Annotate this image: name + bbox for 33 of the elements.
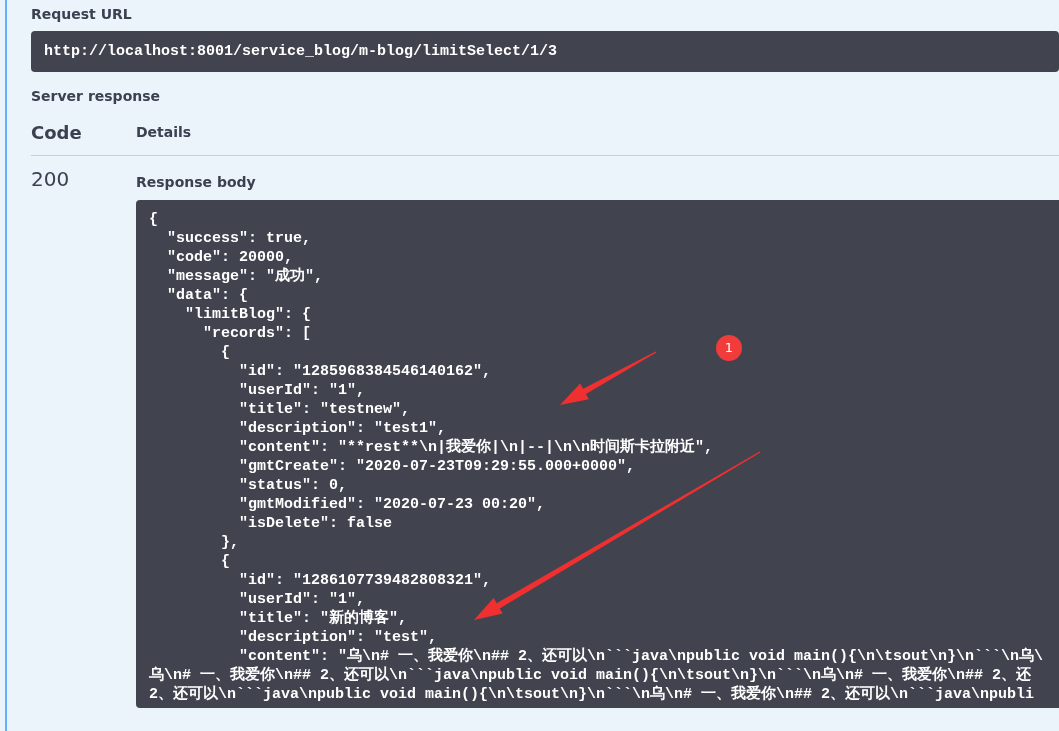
code-line: "gmtModified": "2020-07-23 00:20", [238, 495, 546, 514]
code-line: "userId": "1", [238, 381, 366, 400]
code-line: "records": [ [202, 324, 312, 343]
code-line: "code": 20000, [166, 248, 294, 267]
code-line: }, [220, 533, 239, 552]
code-line: "userId": "1", [238, 590, 366, 609]
code-line: "gmtCreate": "2020-07-23T09:29:55.000+0000", [238, 457, 636, 476]
code-line: "description": "test", [238, 628, 438, 647]
section-label: Server response [31, 87, 162, 106]
code-line: "status": 0, [238, 476, 348, 495]
code-line: "isDelete": false [238, 514, 393, 533]
code-line: "limitBlog": { [184, 305, 312, 324]
code-line: "success": true, [166, 229, 312, 248]
status-code: 200 [31, 167, 70, 191]
code-line: { [149, 210, 158, 229]
code-line: "description": "test1", [238, 419, 447, 438]
url-display: http://localhost:8001/service_blog/m-blog/limitSelect/1/3 [31, 31, 1059, 72]
code-line: "data": { [166, 286, 249, 305]
code-line: "message": "成功", [166, 267, 324, 286]
column-header: Code [31, 121, 82, 143]
section-label: Request URL [31, 5, 133, 24]
code-line: "content": "**rest**\n|我爱你|\n|--|\n\n时间斯卡拉附近", [238, 438, 714, 457]
section-label: Response body [136, 173, 257, 192]
code-line: { [220, 343, 230, 362]
code-line: "content": "乌\n# 一、我爱你\n## 2、还可以\n```java\npublic void main(){\n\tsout\n}\n```\n乌\ [238, 647, 1044, 666]
code-line: "id": "1285968384546140162", [238, 362, 492, 381]
code-line: "id": "1286107739482808321", [238, 571, 492, 590]
code-line: { [220, 552, 230, 571]
column-header: Details [136, 124, 192, 140]
code-line: "title": "新的博客", [238, 609, 408, 628]
code-line: "title": "testnew", [238, 400, 411, 419]
code-line: 2、还可以\n```java\npublic void main(){\n\tsout\n}\n```\n乌\n# 一、我爱你\n## 2、还可以\n```java\npubli [149, 685, 1035, 704]
code-line: 乌\n# 一、我爱你\n## 2、还可以\n```java\npublic void main(){\n\tsout\n}\n```\n乌\n# 一、我爱你\n## 2、还 [149, 666, 1032, 685]
